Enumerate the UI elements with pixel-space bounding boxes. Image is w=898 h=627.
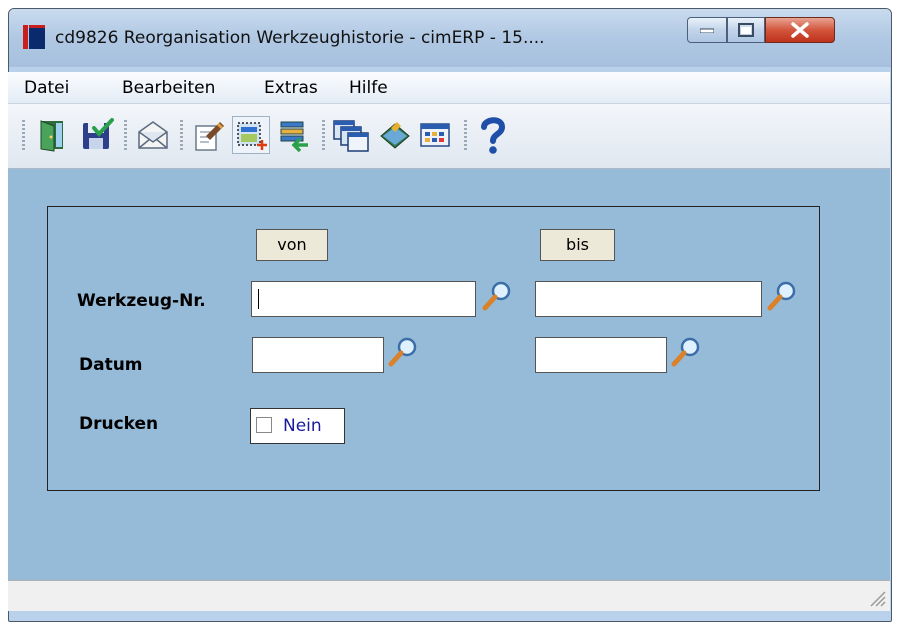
maximize-icon — [738, 23, 754, 37]
window-title: cd9826 Reorganisation Werkzeughistorie -… — [55, 28, 545, 48]
checkbox-square[interactable] — [256, 417, 272, 433]
close-button[interactable] — [765, 17, 835, 43]
menu-datei[interactable]: Datei — [24, 78, 69, 98]
tool-no-label: Werkzeug-Nr. — [77, 291, 206, 311]
tool-no-to-search-icon[interactable] — [765, 279, 799, 313]
edit-notes-button[interactable] — [190, 116, 228, 154]
toolbar-separator — [464, 120, 467, 152]
title-bar[interactable]: cd9826 Reorganisation Werkzeughistorie -… — [9, 9, 891, 67]
windows-button[interactable] — [332, 116, 370, 154]
new-record-icon — [237, 122, 267, 150]
date-to-search-icon[interactable] — [669, 335, 703, 369]
date-from-input[interactable] — [252, 337, 384, 373]
mail-icon — [138, 121, 168, 149]
menu-extras[interactable]: Extras — [264, 78, 318, 98]
date-label: Datum — [79, 355, 143, 375]
toolbar — [8, 104, 890, 169]
exit-button[interactable] — [34, 116, 72, 154]
toolbar-separator — [322, 120, 325, 152]
tool-no-from-input[interactable] — [251, 281, 476, 317]
help-button[interactable] — [474, 116, 512, 154]
save-check-icon — [83, 118, 114, 149]
text-caret — [258, 289, 259, 309]
book-button[interactable] — [376, 116, 414, 154]
minimize-icon — [700, 28, 714, 33]
book-icon — [380, 122, 410, 149]
col-from-header[interactable]: von — [256, 229, 328, 261]
toolbar-grip[interactable] — [22, 120, 25, 152]
filter-panel: von bis Werkzeug-Nr. Datum Drucken Nein — [47, 206, 820, 491]
edit-notes-icon — [195, 122, 224, 151]
toolbar-separator — [180, 120, 183, 152]
calendar-button[interactable] — [416, 116, 454, 154]
exit-door-icon — [40, 120, 63, 152]
new-record-button[interactable] — [232, 116, 270, 154]
print-label: Drucken — [79, 414, 159, 434]
close-icon — [791, 22, 809, 38]
date-from-search-icon[interactable] — [386, 335, 420, 369]
print-checkbox[interactable]: Nein — [250, 408, 345, 444]
help-icon — [481, 117, 506, 154]
menu-hilfe[interactable]: Hilfe — [349, 78, 388, 98]
minimize-button[interactable] — [687, 17, 727, 43]
print-value-text: Nein — [283, 416, 322, 436]
tool-no-to-input[interactable] — [535, 281, 762, 317]
menu-bearbeiten[interactable]: Bearbeiten — [122, 78, 215, 98]
menu-bar: Datei Bearbeiten Extras Hilfe — [8, 72, 890, 104]
transfer-button[interactable] — [276, 116, 314, 154]
tool-no-from-search-icon[interactable] — [480, 279, 514, 313]
toolbar-separator — [124, 120, 127, 152]
form-area: von bis Werkzeug-Nr. Datum Drucken Nein — [8, 169, 890, 580]
mail-button[interactable] — [134, 116, 172, 154]
save-button[interactable] — [78, 116, 116, 154]
col-to-header[interactable]: bis — [540, 229, 615, 261]
date-to-input[interactable] — [535, 337, 667, 373]
transfer-icon — [280, 121, 308, 152]
resize-grip-icon[interactable] — [866, 587, 886, 607]
maximize-button[interactable] — [727, 17, 765, 43]
windows-icon — [333, 120, 369, 152]
status-bar — [8, 580, 890, 611]
app-logo-icon — [23, 25, 45, 49]
calendar-grid-icon — [420, 123, 450, 147]
